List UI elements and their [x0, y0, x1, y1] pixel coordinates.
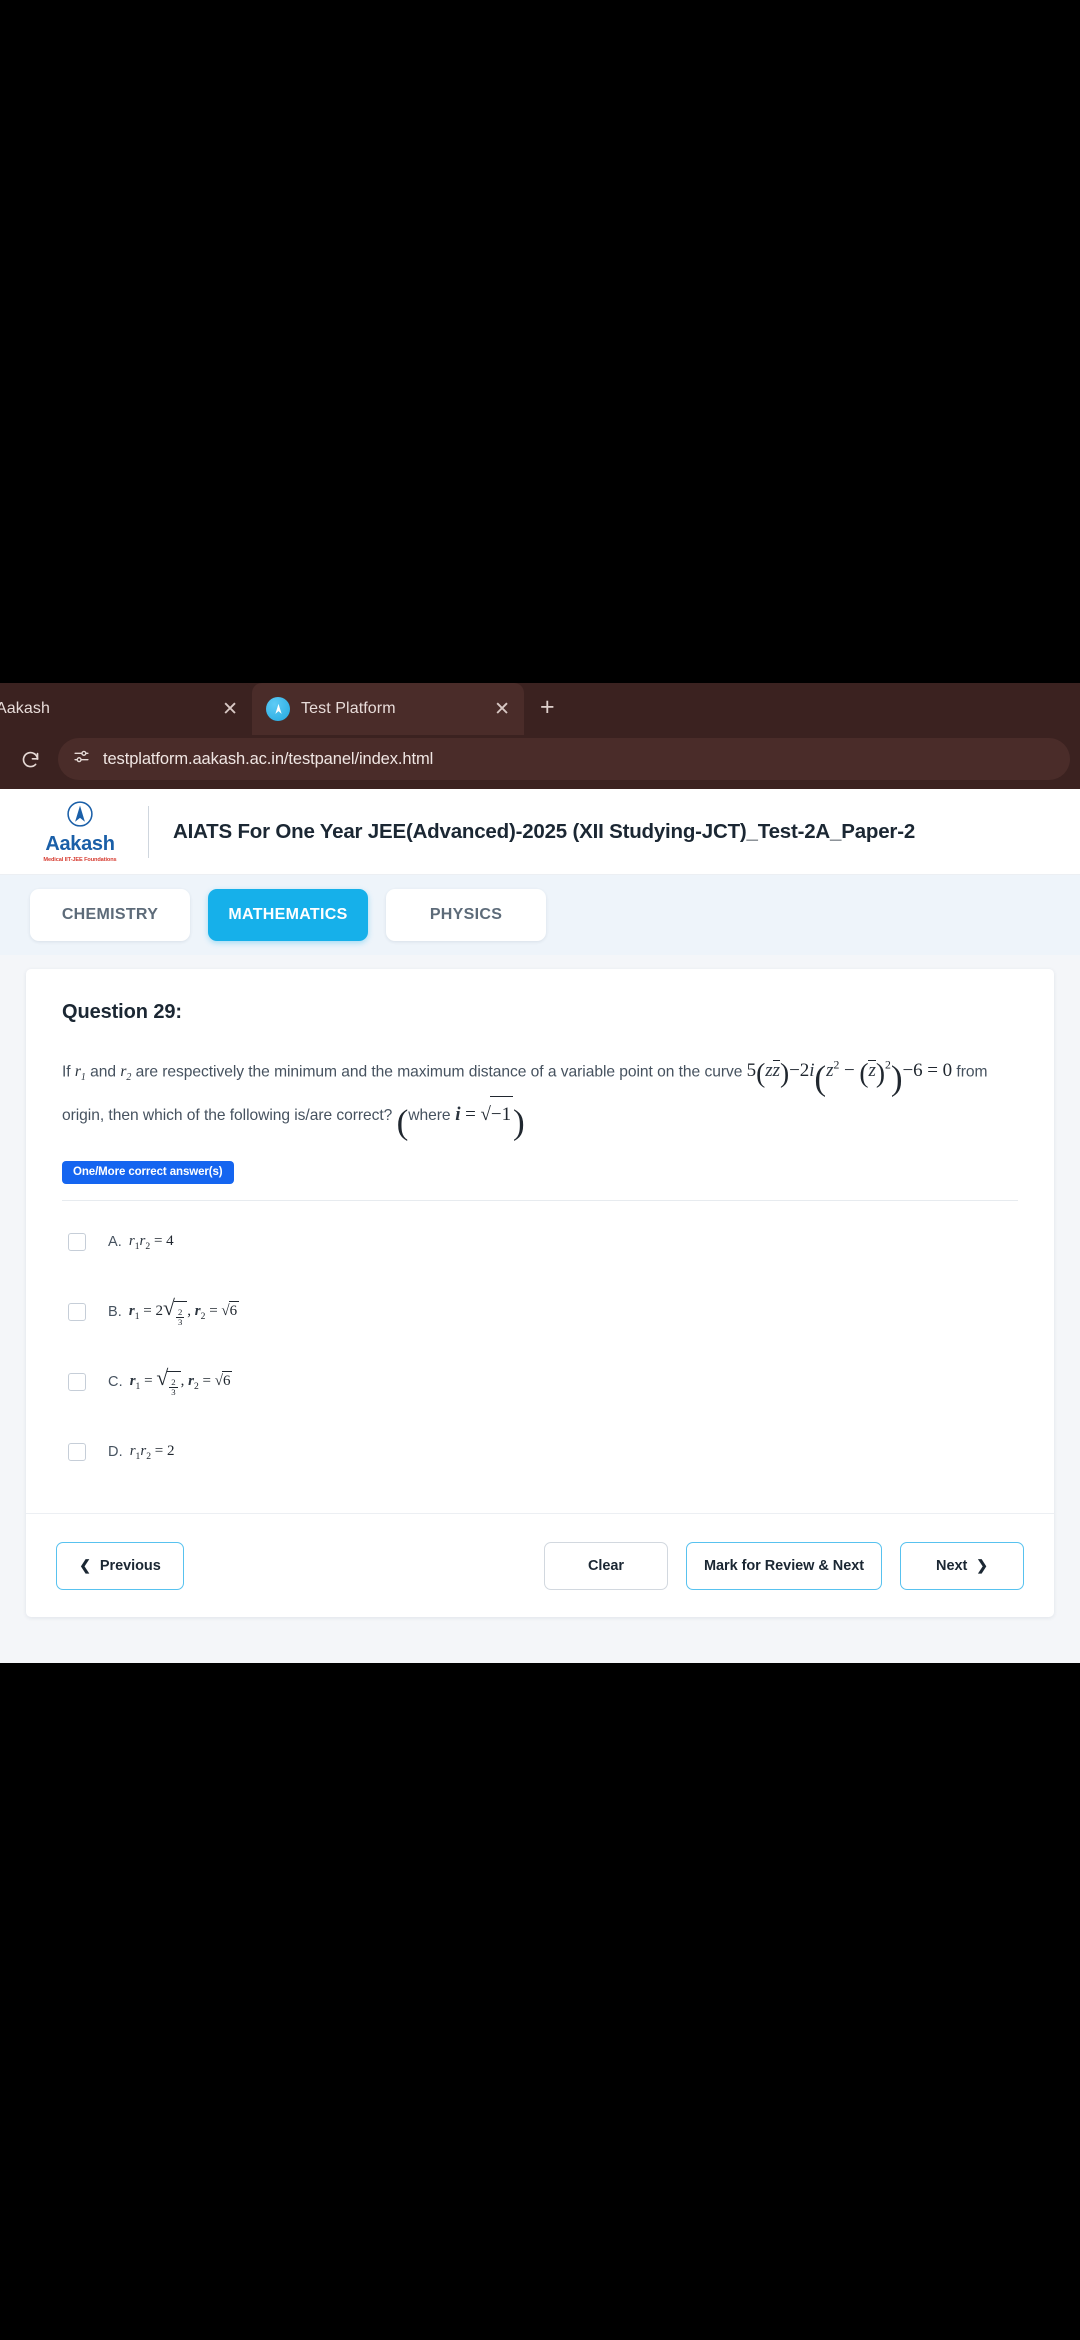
next-button[interactable]: Next ❯ — [900, 1541, 1024, 1590]
browser-window: Aakash ✕ Test Platform ✕ + testplatform.… — [0, 683, 1080, 1663]
header-divider — [148, 805, 149, 858]
question-text-and: and — [90, 1063, 117, 1081]
new-tab-button[interactable]: + — [524, 694, 571, 724]
aakash-logo-icon — [66, 800, 94, 833]
question-equation: 5(zz)−2i(z2 − (z)2)−6 = 0 — [746, 1057, 953, 1098]
option-c[interactable]: C. r1 = √ 2 3, r2 = √6 — [62, 1347, 1018, 1417]
tab-title: Aakash — [0, 700, 50, 717]
option-math: r1 = √ 2 3, r2 = √6 — [129, 1366, 233, 1398]
browser-tab-aakash[interactable]: Aakash ✕ — [0, 683, 252, 735]
question-text-part2: are respectively the minimum and the max… — [135, 1063, 743, 1081]
previous-button[interactable]: ❮ Previous — [56, 1541, 184, 1590]
subject-tab-bar: CHEMISTRY MATHEMATICS PHYSICS — [0, 875, 1080, 955]
divider — [62, 1200, 1018, 1202]
screen: Aakash ✕ Test Platform ✕ + testplatform.… — [0, 0, 1080, 2340]
url-text: testplatform.aakash.ac.in/testpanel/inde… — [103, 749, 434, 768]
next-label: Next — [936, 1557, 968, 1574]
tab-label: CHEMISTRY — [61, 906, 159, 923]
browser-toolbar: testplatform.aakash.ac.in/testpanel/inde… — [0, 735, 1080, 789]
chevron-right-icon: ❯ — [976, 1557, 988, 1573]
browser-tab-test-platform[interactable]: Test Platform ✕ — [252, 683, 524, 735]
variable-r2: r2 — [120, 1063, 132, 1084]
chevron-left-icon: ❮ — [79, 1557, 91, 1573]
aakash-brand: Aakash Medical IIT-JEE Foundations — [26, 800, 134, 863]
option-label: D. r1r2 = 2 — [108, 1443, 174, 1462]
close-icon[interactable]: ✕ — [214, 700, 238, 719]
previous-label: Previous — [99, 1557, 161, 1574]
variable-r1: r1 — [74, 1063, 86, 1084]
tune-icon[interactable] — [72, 747, 91, 771]
footer-actions: Clear Mark for Review & Next Next ❯ — [544, 1541, 1024, 1590]
option-label: C. r1 = √ 2 3, r2 = √6 — [108, 1366, 233, 1398]
clear-button[interactable]: Clear — [544, 1541, 668, 1590]
option-letter: C. — [108, 1374, 123, 1390]
tab-left-group: Aakash — [0, 700, 50, 718]
question-note: (where i = √−1) — [397, 1095, 525, 1139]
mark-for-review-next-button[interactable]: Mark for Review & Next — [686, 1541, 882, 1590]
tab-chemistry[interactable]: CHEMISTRY — [30, 889, 190, 941]
option-a[interactable]: A. r1r2 = 4 — [62, 1207, 1018, 1277]
question-navigation-footer: ❮ Previous Clear Mark for Review & Next … — [26, 1513, 1054, 1617]
option-math: r1r2 = 4 — [128, 1232, 174, 1252]
tab-physics[interactable]: PHYSICS — [386, 889, 546, 941]
option-label: A. r1r2 = 4 — [108, 1233, 174, 1252]
web-page: Aakash Medical IIT-JEE Foundations AIATS… — [0, 789, 1080, 1663]
site-header: Aakash Medical IIT-JEE Foundations AIATS… — [0, 789, 1080, 875]
address-bar[interactable]: testplatform.aakash.ac.in/testpanel/inde… — [58, 738, 1070, 780]
tab-title: Test Platform — [301, 700, 396, 717]
checkbox-icon[interactable] — [68, 1443, 86, 1462]
checkbox-icon[interactable] — [68, 1303, 86, 1322]
option-d[interactable]: D. r1r2 = 2 — [62, 1417, 1018, 1487]
option-label: B. r1 = 2√ 2 3, r2 = √6 — [108, 1296, 240, 1328]
option-letter: A. — [108, 1234, 122, 1251]
tab-mathematics[interactable]: MATHEMATICS — [208, 889, 368, 941]
tab-label: PHYSICS — [429, 906, 503, 923]
option-math: r1r2 = 2 — [129, 1442, 175, 1462]
reload-icon[interactable] — [10, 739, 50, 779]
option-letter: D. — [108, 1444, 123, 1461]
tab-label: MATHEMATICS — [228, 906, 348, 923]
question-text: If r1 and r2 are respectively the minimu… — [62, 1049, 1018, 1139]
option-b[interactable]: B. r1 = 2√ 2 3, r2 = √6 — [62, 1277, 1018, 1347]
checkbox-icon[interactable] — [68, 1373, 86, 1392]
checkbox-icon[interactable] — [68, 1233, 86, 1252]
letterbox-top — [0, 0, 1080, 683]
brand-subtitle: Medical IIT-JEE Foundations — [43, 857, 117, 863]
answer-type-badge: One/More correct answer(s) — [62, 1161, 234, 1185]
letterbox-bottom — [0, 1663, 1080, 2340]
close-icon[interactable]: ✕ — [486, 700, 510, 719]
question-card: Question 29: If r1 and r2 are respective… — [26, 969, 1054, 1617]
clear-label: Clear — [587, 1557, 625, 1574]
brand-name: Aakash — [45, 833, 115, 855]
options-list: A. r1r2 = 4 B. r1 = 2√ 2 3, r2 = √6 C. r… — [62, 1207, 1018, 1487]
browser-tab-strip: Aakash ✕ Test Platform ✕ + — [0, 683, 1080, 735]
tab-left-group: Test Platform — [266, 697, 396, 721]
question-body: Question 29: If r1 and r2 are respective… — [26, 969, 1054, 1513]
question-number: Question 29: — [62, 1001, 182, 1023]
option-letter: B. — [108, 1304, 122, 1320]
question-text-part1: If — [62, 1063, 71, 1081]
aakash-favicon-icon — [266, 697, 290, 721]
option-math: r1 = 2√ 2 3, r2 = √6 — [128, 1296, 240, 1328]
page-title: AIATS For One Year JEE(Advanced)-2025 (X… — [173, 819, 916, 843]
review-label: Mark for Review & Next — [703, 1557, 865, 1574]
question-text-part4: then which of the following is/are corre… — [108, 1106, 393, 1124]
